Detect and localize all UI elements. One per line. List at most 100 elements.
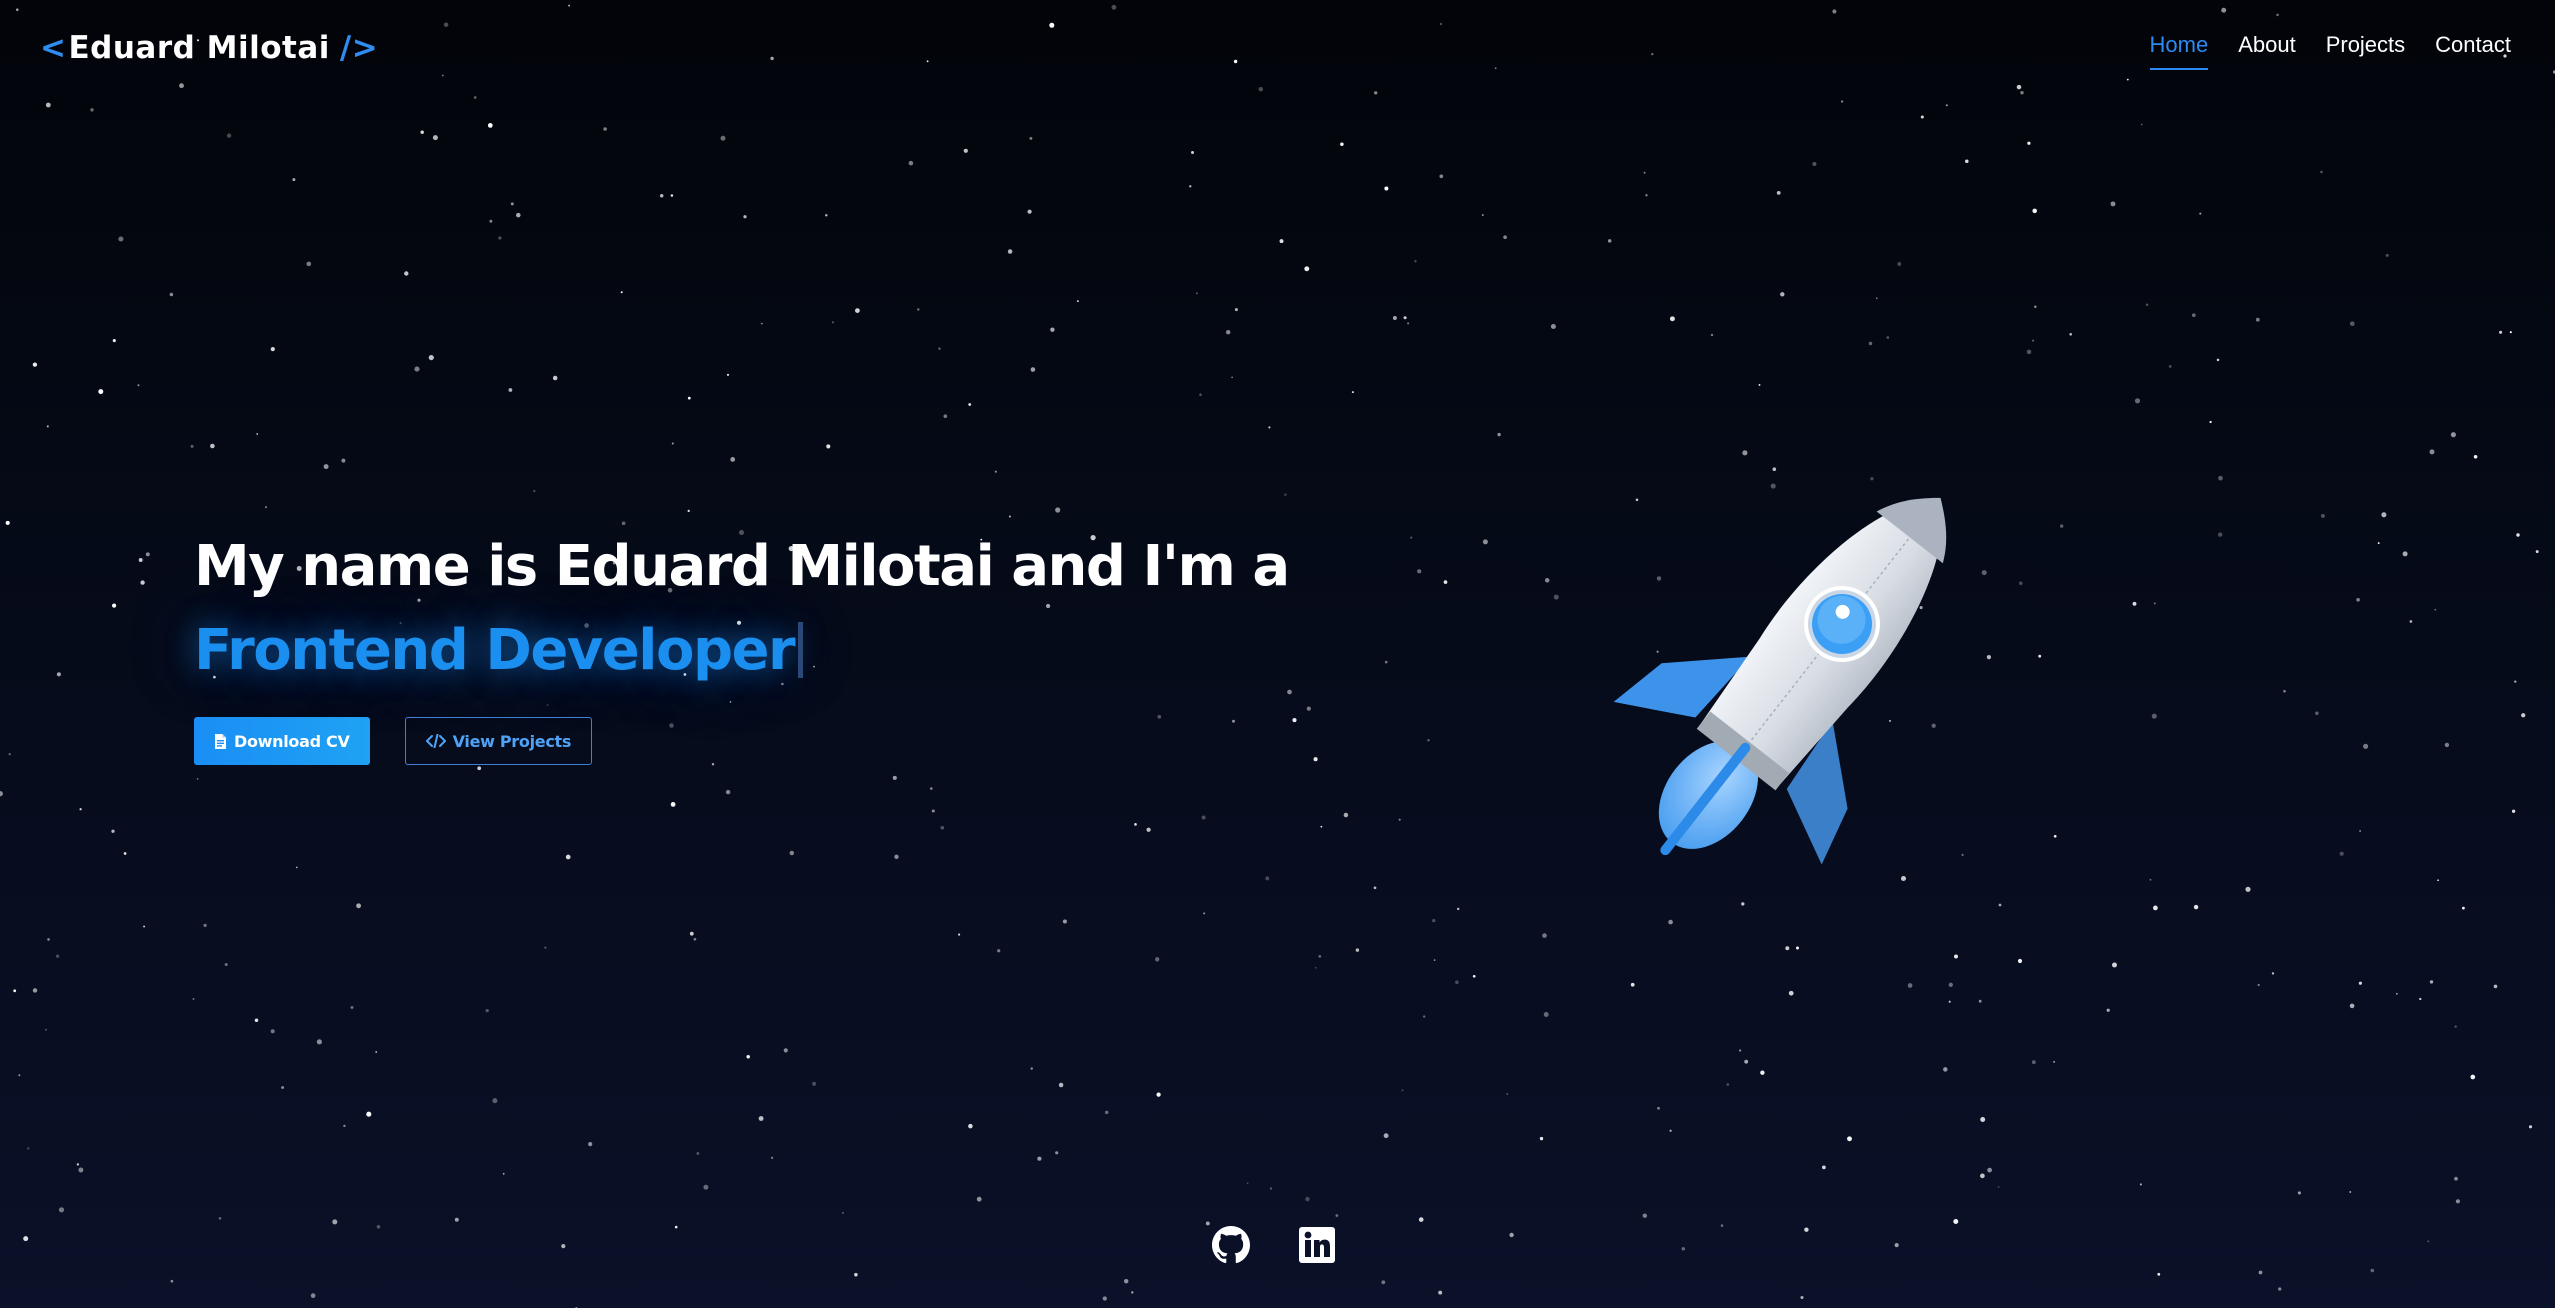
star: [2377, 542, 2380, 545]
star: [2381, 512, 2387, 518]
star: [1796, 946, 1799, 950]
star: [190, 444, 194, 448]
star: [1340, 142, 1344, 146]
star: [1760, 1070, 1765, 1075]
star: [1104, 1110, 1109, 1115]
star: [1438, 1290, 1443, 1295]
star: [938, 347, 941, 350]
star: [1320, 825, 1323, 828]
star: [825, 214, 828, 217]
star: [1482, 539, 1488, 545]
star: [2493, 984, 2498, 989]
star: [1306, 706, 1311, 711]
nav-item-home[interactable]: Home: [2149, 32, 2209, 70]
star: [140, 580, 145, 585]
navbar: < Eduard Milotai /> Home About Projects …: [0, 0, 2555, 100]
star: [98, 389, 104, 395]
star: [2315, 711, 2319, 716]
star: [1847, 1136, 1852, 1142]
view-projects-button[interactable]: View Projects: [404, 717, 593, 765]
star: [674, 1225, 678, 1229]
star: [2427, 1240, 2430, 1243]
star: [1720, 1224, 1724, 1227]
star: [1398, 818, 1401, 821]
star: [76, 1163, 80, 1166]
star: [210, 443, 215, 449]
star: [145, 552, 150, 557]
star: [1050, 327, 1055, 332]
star: [502, 1172, 505, 1175]
linkedin-icon: [1299, 1227, 1335, 1263]
star: [771, 1156, 774, 1159]
star: [783, 1048, 788, 1053]
star: [1134, 823, 1137, 826]
star: [894, 854, 899, 859]
star: [2255, 317, 2260, 322]
star: [758, 1116, 764, 1121]
star: [196, 778, 199, 780]
star: [2153, 905, 2158, 911]
star: [726, 373, 730, 376]
star: [2032, 208, 2037, 214]
star: [2349, 1191, 2352, 1193]
hero-section: My name is Eduard Milotai and I'm a Fron…: [194, 534, 1290, 765]
star: [2140, 123, 2143, 126]
star: [226, 133, 232, 138]
linkedin-link[interactable]: [1298, 1226, 1336, 1264]
star: [703, 1184, 709, 1190]
star: [2026, 349, 2032, 355]
logo[interactable]: < Eduard Milotai />: [40, 30, 378, 66]
star: [1506, 1093, 1509, 1096]
star: [2059, 524, 2064, 528]
star: [1804, 1227, 1809, 1232]
star: [2434, 608, 2437, 611]
star: [958, 933, 961, 936]
star: [1875, 297, 1878, 300]
nav-item-about[interactable]: About: [2238, 32, 2296, 70]
star: [1417, 569, 1422, 574]
star: [1351, 391, 1354, 394]
star: [1456, 907, 1460, 911]
star: [32, 362, 38, 367]
nav-item-contact[interactable]: Contact: [2435, 32, 2511, 70]
star: [2320, 513, 2325, 518]
nav-item-projects[interactable]: Projects: [2326, 32, 2405, 70]
star: [746, 1054, 750, 1059]
star: [1439, 174, 1444, 179]
star: [1432, 918, 1436, 923]
star: [1007, 249, 1013, 254]
star: [696, 1152, 700, 1155]
star: [1868, 341, 1873, 346]
star: [929, 787, 933, 790]
star: [892, 775, 897, 780]
star: [2027, 141, 2031, 145]
star: [1886, 336, 1890, 339]
star: [1318, 955, 1322, 958]
star: [2245, 886, 2251, 892]
star: [1195, 292, 1198, 295]
star: [1509, 1232, 1514, 1238]
star: [2209, 420, 2212, 424]
star: [2454, 1025, 2457, 1028]
star: [254, 1018, 259, 1023]
star: [1407, 322, 1410, 325]
star: [420, 130, 424, 134]
download-cv-button[interactable]: Download CV: [194, 717, 370, 765]
star: [18, 1074, 21, 1077]
star: [561, 1244, 566, 1249]
star: [1472, 974, 1476, 978]
star: [2145, 303, 2149, 307]
star: [492, 1098, 498, 1104]
star: [760, 322, 763, 325]
star: [1987, 1167, 1992, 1173]
star: [1822, 1165, 1826, 1170]
star: [1741, 902, 1745, 906]
star: [1943, 1067, 1948, 1072]
star: [111, 829, 115, 833]
star: [1401, 1089, 1404, 1092]
star: [1384, 186, 1389, 191]
star: [295, 866, 298, 869]
github-link[interactable]: [1212, 1226, 1250, 1264]
star: [1037, 1156, 1042, 1161]
star: [2153, 602, 2156, 605]
